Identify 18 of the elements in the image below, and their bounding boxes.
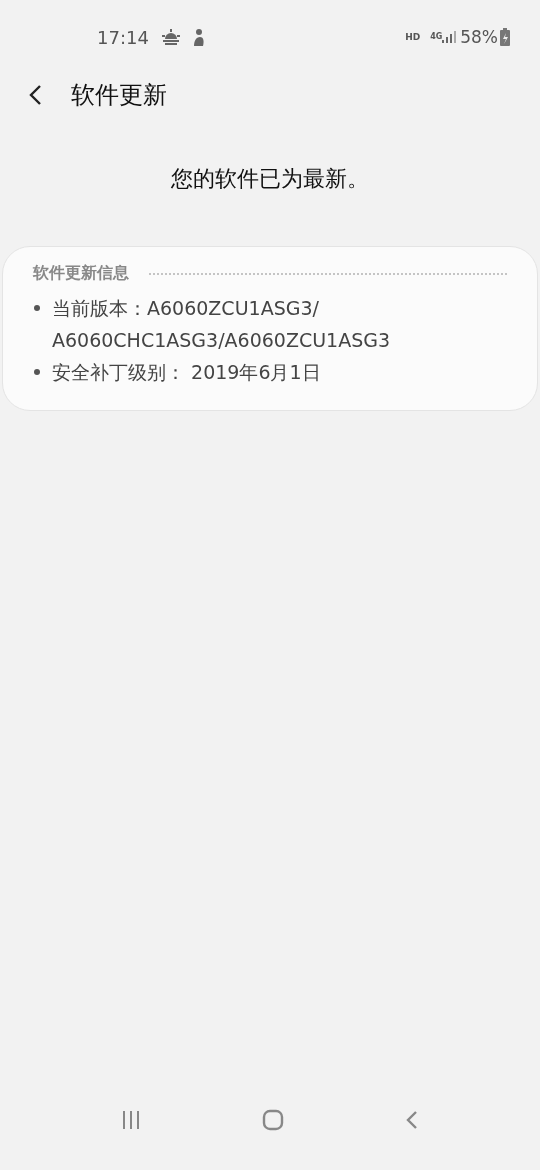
weather-icon — [160, 29, 181, 45]
back-chevron-icon — [28, 84, 42, 106]
status-time: 17:14 — [97, 26, 149, 48]
battery-icon — [500, 28, 510, 46]
page-title: 软件更新 — [71, 80, 167, 111]
battery-percentage: 58% — [460, 27, 498, 47]
info-text: 当前版本：A6060ZCU1ASG3/A6060CHC1ASG3/A6060ZCU1ASG3 — [52, 296, 392, 353]
card-title: 软件更新信息 — [33, 263, 129, 284]
hd-indicator: HD — [405, 32, 421, 42]
info-text: 安全补丁级别： 2019年6月1日 — [52, 360, 322, 385]
status-message: 您的软件已为最新。 — [170, 165, 370, 193]
back-chevron-icon — [405, 1109, 420, 1131]
home-icon — [262, 1109, 284, 1131]
recent-apps-icon — [120, 1110, 141, 1130]
mobile-data-indicator: 4G — [430, 33, 443, 41]
signal-icon — [442, 31, 457, 43]
bullet-icon — [33, 304, 41, 312]
bullet-icon — [33, 368, 41, 376]
